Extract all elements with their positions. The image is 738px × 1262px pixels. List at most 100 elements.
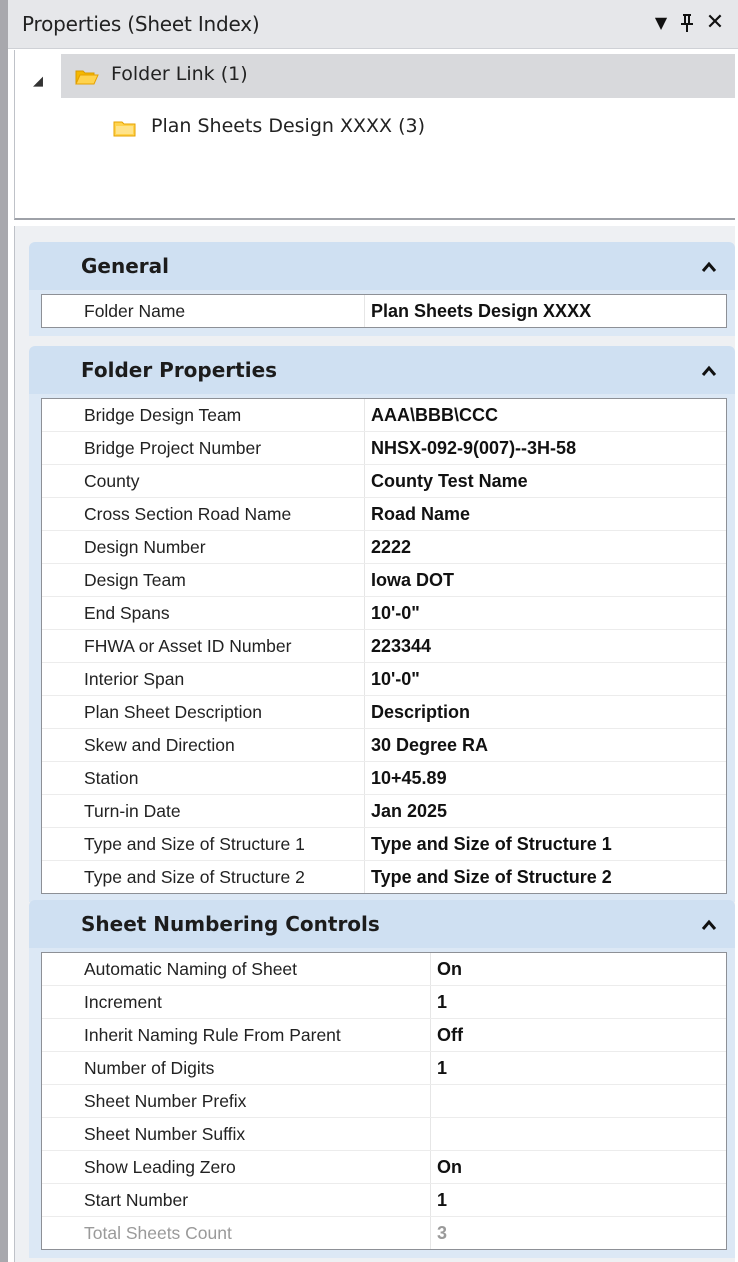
property-row[interactable]: Inherit Naming Rule From Parent Off <box>42 1019 726 1052</box>
property-name: Skew and Direction <box>80 729 365 761</box>
property-row[interactable]: Design Team Iowa DOT <box>42 564 726 597</box>
property-value[interactable]: Description <box>365 696 726 728</box>
chevron-up-glyph <box>701 365 717 376</box>
row-gutter <box>42 1052 80 1084</box>
property-name: County <box>80 465 365 497</box>
property-row[interactable]: Bridge Design Team AAA\BBB\CCC <box>42 399 726 432</box>
property-row[interactable]: Start Number 1 <box>42 1184 726 1217</box>
property-value[interactable] <box>431 1118 726 1150</box>
section-title: General <box>81 254 169 278</box>
property-grid: Folder Name Plan Sheets Design XXXX <box>41 294 727 328</box>
property-value[interactable]: Jan 2025 <box>365 795 726 827</box>
property-name: Design Number <box>80 531 365 563</box>
property-value[interactable]: 1 <box>431 986 726 1018</box>
property-value[interactable]: 30 Degree RA <box>365 729 726 761</box>
dropdown-arrow-icon[interactable]: ▼ <box>648 8 674 38</box>
pin-icon[interactable] <box>674 8 700 38</box>
panel-title-bar: Properties (Sheet Index) ▼ ✕ <box>8 0 738 49</box>
property-value[interactable]: 223344 <box>365 630 726 662</box>
section-header-folder-properties[interactable]: Folder Properties <box>29 346 735 394</box>
property-value[interactable]: AAA\BBB\CCC <box>365 399 726 431</box>
property-row[interactable]: Folder Name Plan Sheets Design XXXX <box>42 295 726 327</box>
row-gutter <box>42 597 80 629</box>
tree-item-label: Plan Sheets Design XXXX (3) <box>151 115 425 137</box>
property-row[interactable]: Show Leading Zero On <box>42 1151 726 1184</box>
property-row[interactable]: Interior Span 10'-0" <box>42 663 726 696</box>
property-row[interactable]: Increment 1 <box>42 986 726 1019</box>
property-value[interactable]: 10'-0" <box>365 597 726 629</box>
property-value[interactable]: On <box>431 953 726 985</box>
property-row[interactable]: Sheet Number Prefix <box>42 1085 726 1118</box>
property-value[interactable]: On <box>431 1151 726 1183</box>
tree-item-plan-sheets[interactable]: Plan Sheets Design XXXX (3) <box>105 106 525 150</box>
pin-glyph <box>681 14 693 32</box>
tree-item-folder-link[interactable]: Folder Link (1) <box>61 54 735 98</box>
property-row[interactable]: Type and Size of Structure 1 Type and Siz… <box>42 828 726 861</box>
property-value[interactable]: Road Name <box>365 498 726 530</box>
property-value[interactable]: Iowa DOT <box>365 564 726 596</box>
properties-grid-area: General Folder Name Plan Sheets Design XX… <box>14 226 735 1262</box>
row-gutter <box>42 729 80 761</box>
open-folder-icon <box>75 68 99 85</box>
property-value[interactable]: 10'-0" <box>365 663 726 695</box>
property-row[interactable]: End Spans 10'-0" <box>42 597 726 630</box>
property-value[interactable]: 2222 <box>365 531 726 563</box>
property-value[interactable]: County Test Name <box>365 465 726 497</box>
property-value[interactable]: 10+45.89 <box>365 762 726 794</box>
property-value[interactable]: Type and Size of Structure 2 <box>365 861 726 893</box>
row-gutter <box>42 663 80 695</box>
property-value[interactable] <box>431 1085 726 1117</box>
row-gutter <box>42 531 80 563</box>
property-name: Plan Sheet Description <box>80 696 365 728</box>
row-gutter <box>42 1118 80 1150</box>
close-icon[interactable]: ✕ <box>702 8 728 38</box>
property-row[interactable]: Design Number 2222 <box>42 531 726 564</box>
section-title: Folder Properties <box>81 358 278 382</box>
property-row[interactable]: Automatic Naming of Sheet On <box>42 953 726 986</box>
row-gutter <box>42 1184 80 1216</box>
property-row[interactable]: Turn-in Date Jan 2025 <box>42 795 726 828</box>
row-gutter <box>42 630 80 662</box>
property-name: Inherit Naming Rule From Parent <box>80 1019 431 1051</box>
property-row[interactable]: Station 10+45.89 <box>42 762 726 795</box>
property-row[interactable]: Bridge Project Number NHSX-092-9(007)--3H… <box>42 432 726 465</box>
property-row[interactable]: Plan Sheet Description Description <box>42 696 726 729</box>
row-gutter <box>42 432 80 464</box>
collapse-chevron-icon[interactable] <box>701 358 717 382</box>
property-name: Design Team <box>80 564 365 596</box>
open-folder-glyph <box>75 70 99 85</box>
property-name: End Spans <box>80 597 365 629</box>
row-gutter <box>42 1151 80 1183</box>
property-row[interactable]: Cross Section Road Name Road Name <box>42 498 726 531</box>
property-row[interactable]: County County Test Name <box>42 465 726 498</box>
property-name: Interior Span <box>80 663 365 695</box>
property-grid: Automatic Naming of Sheet On Increment 1 Inh… <box>41 952 727 1250</box>
property-name: Sheet Number Prefix <box>80 1085 431 1117</box>
property-name: FHWA or Asset ID Number <box>80 630 365 662</box>
property-row[interactable]: Type and Size of Structure 2 Type and Siz… <box>42 861 726 893</box>
property-name: Increment <box>80 986 431 1018</box>
property-value[interactable]: Plan Sheets Design XXXX <box>365 295 726 327</box>
row-gutter <box>42 762 80 794</box>
property-grid: Bridge Design Team AAA\BBB\CCC Bridge Proj… <box>41 398 727 894</box>
property-value[interactable]: Type and Size of Structure 1 <box>365 828 726 860</box>
property-row[interactable]: Total Sheets Count 3 <box>42 1217 726 1249</box>
collapse-chevron-icon[interactable] <box>701 912 717 936</box>
property-value[interactable]: NHSX-092-9(007)--3H-58 <box>365 432 726 464</box>
property-value[interactable]: Off <box>431 1019 726 1051</box>
section-body: Automatic Naming of Sheet On Increment 1 Inh… <box>29 948 735 1258</box>
section-header-general[interactable]: General <box>29 242 735 290</box>
property-row[interactable]: Number of Digits 1 <box>42 1052 726 1085</box>
tree-expander-icon[interactable]: ◢ <box>33 74 43 89</box>
property-value[interactable]: 1 <box>431 1052 726 1084</box>
property-row[interactable]: Skew and Direction 30 Degree RA <box>42 729 726 762</box>
collapse-chevron-icon[interactable] <box>701 254 717 278</box>
section-folder-properties: Folder Properties Bridge Design Team AAA\… <box>29 346 735 902</box>
row-gutter <box>42 295 80 327</box>
property-value[interactable]: 1 <box>431 1184 726 1216</box>
property-name: Type and Size of Structure 1 <box>80 828 365 860</box>
property-row[interactable]: Sheet Number Suffix <box>42 1118 726 1151</box>
property-row[interactable]: FHWA or Asset ID Number 223344 <box>42 630 726 663</box>
row-gutter <box>42 861 80 893</box>
section-header-sheet-numbering[interactable]: Sheet Numbering Controls <box>29 900 735 948</box>
